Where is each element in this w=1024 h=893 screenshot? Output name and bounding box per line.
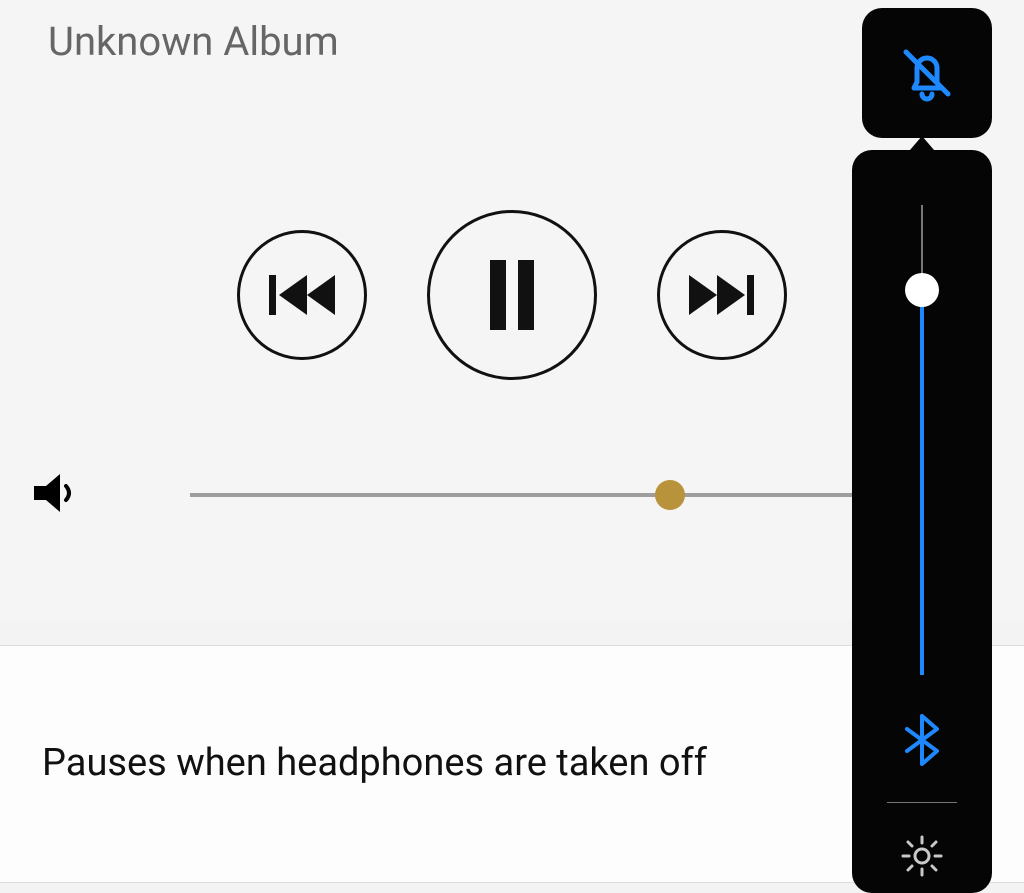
- headphone-pause-row[interactable]: Pauses when headphones are taken off: [42, 741, 982, 785]
- next-button[interactable]: [657, 230, 787, 360]
- pause-button[interactable]: [427, 210, 597, 380]
- system-volume-panel: [852, 150, 992, 893]
- volume-thumb[interactable]: [655, 480, 685, 510]
- pause-icon: [482, 260, 542, 330]
- previous-button[interactable]: [237, 230, 367, 360]
- bell-off-icon: [892, 38, 962, 108]
- skip-next-icon: [687, 270, 757, 320]
- album-title: Unknown Album: [48, 18, 339, 65]
- panel-icon-group: [852, 712, 992, 893]
- bluetooth-icon[interactable]: [901, 712, 943, 772]
- dnd-caret: [910, 136, 934, 150]
- do-not-disturb-button[interactable]: [862, 8, 992, 138]
- skip-previous-icon: [267, 270, 337, 320]
- system-volume-thumb[interactable]: [905, 273, 939, 307]
- speaker-icon: [30, 468, 80, 522]
- volume-row: [30, 455, 964, 535]
- panel-divider: [887, 802, 957, 803]
- slider-lower-track: [920, 290, 924, 675]
- gear-icon[interactable]: [899, 833, 945, 883]
- volume-slider[interactable]: [190, 493, 964, 497]
- system-volume-slider[interactable]: [919, 205, 925, 675]
